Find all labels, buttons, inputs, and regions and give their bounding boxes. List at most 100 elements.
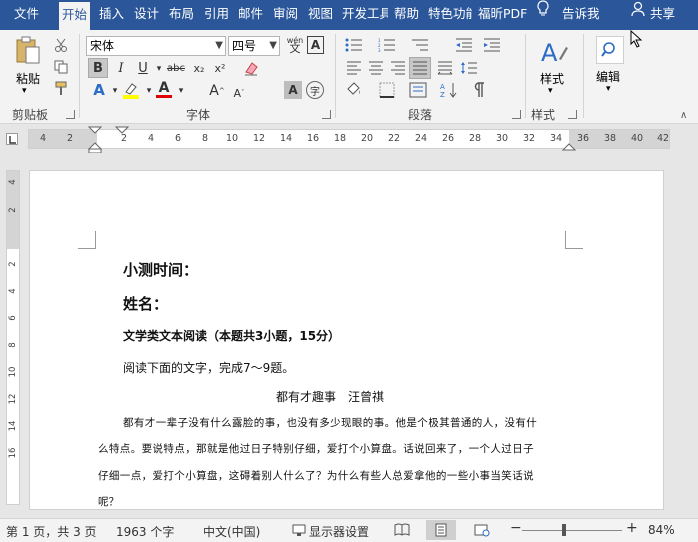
zoom-in-button[interactable]: + [626,520,638,536]
decrease-indent-icon[interactable] [455,36,473,54]
distributed-icon[interactable] [436,59,454,77]
italic-button[interactable]: I [112,59,130,77]
borders-icon[interactable] [378,81,396,99]
grow-font-icon[interactable]: A ^ [208,82,226,100]
tab-help[interactable]: 帮助 [394,0,419,30]
display-settings-button[interactable]: 显示器设置 [309,523,369,540]
zoom-level[interactable]: 84% [648,523,675,537]
copy-icon[interactable] [52,58,70,76]
font-color-icon[interactable]: A [155,80,173,98]
web-layout-icon[interactable] [474,523,490,540]
word-count[interactable]: 1963 个字 [116,523,174,540]
page-count[interactable]: 第 1 页，共 3 页 [6,523,97,540]
menubar: 文件 开始 插入 设计 布局 引用 邮件 审阅 视图 开发工具 帮助 特色功能 … [0,0,698,30]
language-indicator[interactable]: 中文(中国) [203,523,260,540]
print-layout-icon[interactable] [426,520,456,540]
tab-references[interactable]: 引用 [204,0,229,30]
font-launcher-icon[interactable] [322,110,331,119]
align-center-icon[interactable] [367,59,385,77]
tab-design[interactable]: 设计 [134,0,159,30]
subscript-button[interactable]: x₂ [190,59,208,77]
font-name-combo[interactable]: 宋体 ▼ [86,36,226,56]
styles-launcher-icon[interactable] [568,110,577,119]
align-right-icon[interactable] [389,59,407,77]
shrink-font-icon[interactable]: Aˇ [230,84,248,102]
shading-icon[interactable] [345,81,363,99]
read-mode-icon[interactable] [394,523,410,540]
multilevel-list-icon[interactable] [411,36,429,54]
search-icon[interactable] [596,36,624,64]
zoom-slider[interactable] [522,530,622,531]
lightbulb-icon[interactable] [536,0,550,30]
doc-paragraph-line[interactable]: 么特点。要说特点，那就是他过日子特别仔细，爱打个小算盘。话说回来了，一个人过日子 [98,441,534,456]
bold-button[interactable]: B [88,58,108,78]
doc-article-title[interactable]: 都有才趣事 汪曾祺 [276,388,384,405]
first-line-indent-marker[interactable] [87,125,103,156]
numbering-icon[interactable]: 123 [378,36,396,54]
styles-icon[interactable]: A [538,36,570,68]
enclose-char-icon[interactable]: 字 [306,81,324,99]
font-color-chevron-icon[interactable]: ▾ [172,82,190,100]
paste-chevron-icon[interactable]: ▾ [22,86,27,96]
tab-home[interactable]: 开始 [59,2,91,30]
paste-icon[interactable] [14,36,42,66]
tab-selector-icon[interactable] [6,133,18,145]
ribbon: 粘贴 ▾ 剪贴板 宋体 ▼ 四号 ▼ wén 文 A B I U ▾ abc x₂… [0,30,698,124]
collapse-ribbon-icon[interactable]: ∧ [680,110,687,121]
doc-paragraph-line[interactable]: 仔细一点，爱打个小算盘，这碍着别人什么了？为什么有些人总爱拿他的一些小事当笑话说 [98,468,534,483]
increase-indent-icon[interactable] [483,36,501,54]
paragraph-launcher-icon[interactable] [512,110,521,119]
line-spacing-icon[interactable] [460,59,478,77]
document-page[interactable]: 小测时间： 姓名： 文学类文本阅读（本题共3小题，15分） 阅读下面的文字，完成… [29,170,664,510]
display-settings-icon[interactable] [292,523,306,540]
paste-label[interactable]: 粘贴 [16,70,40,87]
doc-section-title[interactable]: 文学类文本阅读（本题共3小题，15分） [123,327,340,344]
doc-heading-time[interactable]: 小测时间： [123,259,198,280]
tab-insert[interactable]: 插入 [99,0,124,30]
hanging-indent-marker[interactable] [114,125,130,139]
tab-file[interactable]: 文件 [14,0,39,30]
doc-paragraph-line[interactable]: 都有才一辈子没有什么露脸的事，也没有多少现眼的事。他是个极其普通的人，没有什 [123,415,537,430]
vertical-ruler[interactable]: 4 2 2 4 6 8 10 12 14 16 [6,170,20,505]
tab-features[interactable]: 特色功能 [428,0,472,30]
char-shading-icon[interactable]: A [284,81,302,99]
justify-icon[interactable] [409,57,431,79]
strikethrough-button[interactable]: abc [165,59,187,77]
tab-view[interactable]: 视图 [308,0,333,30]
clear-formatting-icon[interactable] [242,59,260,77]
cut-icon[interactable] [52,36,70,54]
right-indent-marker[interactable] [561,141,577,155]
tab-review[interactable]: 审阅 [273,0,298,30]
bullets-icon[interactable] [345,36,363,54]
tab-developer[interactable]: 开发工具 [342,0,388,30]
editing-button[interactable]: 编辑 [596,68,620,85]
align-left-icon[interactable] [345,59,363,77]
editing-chevron-icon[interactable]: ▾ [606,84,611,94]
chinese-layout-icon[interactable] [409,81,427,99]
doc-heading-name[interactable]: 姓名： [123,293,168,314]
superscript-button[interactable]: x² [211,59,229,77]
styles-button[interactable]: 样式 [540,70,564,87]
show-marks-icon[interactable] [469,81,487,99]
highlight-icon[interactable] [122,81,140,99]
clipboard-group-label: 剪贴板 [12,108,49,122]
tab-layout[interactable]: 布局 [169,0,194,30]
tab-foxit-pdf[interactable]: 福昕PDF [478,0,527,30]
ruler-number: 6 [8,315,18,321]
styles-chevron-icon[interactable]: ▾ [548,86,553,96]
sort-icon[interactable]: AZ [440,81,458,99]
tab-mailings[interactable]: 邮件 [238,0,263,30]
font-size-combo[interactable]: 四号 ▼ [228,36,280,56]
format-painter-icon[interactable] [52,80,70,98]
chevron-down-icon[interactable]: ▼ [269,37,277,55]
chevron-down-icon[interactable]: ▼ [215,37,223,55]
clipboard-launcher-icon[interactable] [66,110,75,119]
char-border-icon[interactable]: A [307,36,324,54]
tell-me-search[interactable]: 告诉我 [562,0,600,30]
zoom-out-button[interactable]: − [510,520,522,536]
share-button[interactable]: 共享 [650,0,675,30]
phonetic-guide-icon[interactable]: wén 文 [285,36,305,55]
doc-paragraph-line[interactable]: 呢？ [98,494,119,509]
zoom-slider-thumb[interactable] [562,524,566,536]
doc-instruction[interactable]: 阅读下面的文字，完成7～9题。 [123,359,294,376]
